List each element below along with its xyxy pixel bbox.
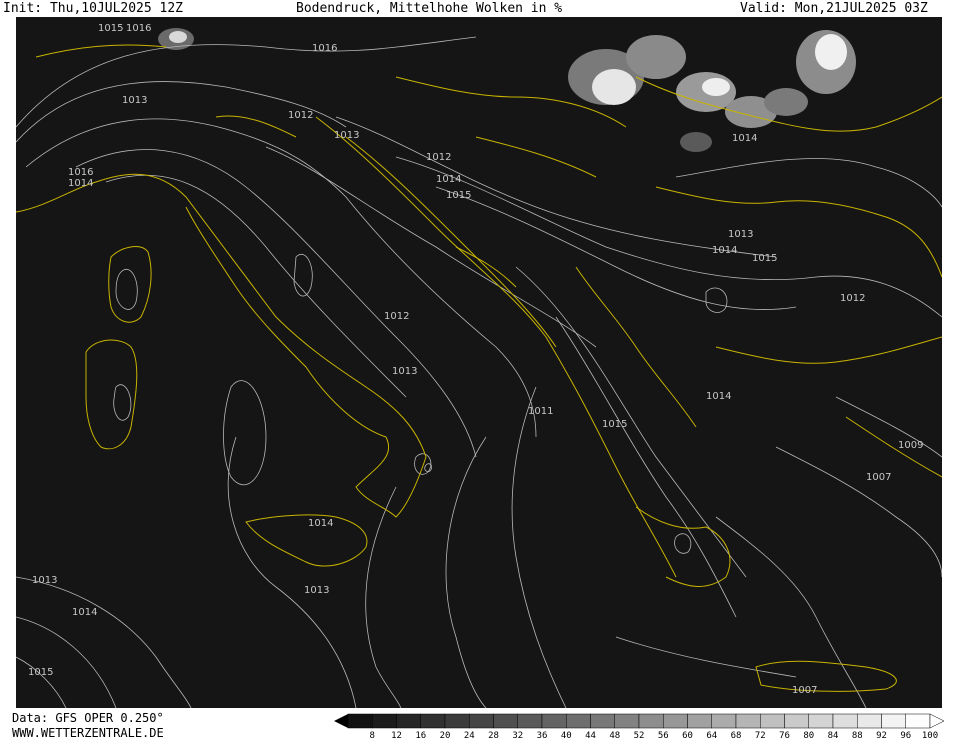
scale-cell [493,713,518,729]
scale-cell [372,713,397,729]
scale-cell [541,713,567,729]
scale-label: 24 [463,731,475,741]
scale-label: 72 [754,731,766,741]
scale-cell [760,713,785,729]
scale-label: 76 [779,731,790,741]
isobar-label: 1014 [706,391,731,402]
scale-cell [687,713,712,729]
map-canvas: 1015 1016 1016 1013 1012 1013 1016 1014 … [16,17,942,708]
isobar-label: 1014 [308,518,333,529]
website-credit: WWW.WETTERZENTRALE.DE [12,726,164,740]
isobar-label: 1012 [426,152,451,163]
isobar-label: 1012 [384,311,409,322]
scale-cell [590,713,615,729]
isobar-label: 1014 [436,174,461,185]
scale-label: 56 [657,731,669,741]
isobar-label: 1015 [446,190,471,201]
isobar-label: 1013 [334,130,359,141]
scale-cell [638,713,664,729]
isobar-label: 1011 [528,406,553,417]
isobar-label: 1013 [392,366,417,377]
isobar-label: 1016 [68,167,93,178]
isobar-label: 1014 [732,133,757,144]
isobar-label: 1014 [68,178,93,189]
scale-cell [784,713,809,729]
isobar-label: 1016 [312,43,337,54]
isobar-label: 1016 [126,23,151,34]
scale-cell [663,713,688,729]
scale-label: 8 [369,731,375,741]
scale-label: 12 [391,731,402,741]
scale-label: 40 [560,731,572,741]
isobar-label: 1013 [304,585,329,596]
scale-label: 92 [876,731,887,741]
scale-label: 68 [730,731,742,741]
map-title: Bodendruck, Mittelhohe Wolken in % [296,1,563,16]
scale-label: 60 [682,731,693,741]
scale-label: 96 [900,731,912,741]
scale-label: 36 [536,731,548,741]
scale-cell [566,713,591,729]
isobar-label: 1013 [122,95,147,106]
scale-cell [614,713,640,729]
scale-cell [711,713,737,729]
scale-label: 16 [415,731,427,741]
scale-label: 44 [585,731,596,741]
isobar-label: 1015 [98,23,123,34]
scale-label: 28 [488,731,499,741]
isobar-label: 1012 [288,110,313,121]
isobar-label: 1012 [840,293,865,304]
scale-cell [420,713,446,729]
scale-cell [905,713,931,729]
scale-cell [347,713,373,729]
init-time: Init: Thu,10JUL2025 12Z [3,1,184,16]
scale-label: 80 [803,731,815,741]
scale-cell [735,713,761,729]
scale-label: 48 [609,731,621,741]
weather-map: 1015 1016 1016 1013 1012 1013 1016 1014 … [16,17,942,708]
isobar-label: 1014 [72,607,97,618]
isobar-label: 1013 [32,575,57,586]
scale-label: 32 [512,731,524,741]
isobar-label: 1009 [898,440,923,451]
data-source: Data: GFS OPER 0.250° [12,711,164,725]
isobar-label: 1013 [728,229,753,240]
scale-cell [517,713,543,729]
scale-cell [808,713,834,729]
isobar-label: 1007 [866,472,891,483]
scale-label: 20 [439,731,451,741]
scale-cell [396,713,421,729]
scale-cell [832,713,858,729]
scale-label: 84 [827,731,839,741]
scale-label: 100 [921,731,939,741]
cloud-scale-bar [334,713,945,729]
isobar-label: 1007 [792,685,817,696]
isobar-label: 1015 [28,667,53,678]
scale-cell [444,713,470,729]
scale-cell [469,713,494,729]
scale-cell [881,713,906,729]
scale-cell [857,713,882,729]
scale-label: 52 [633,731,645,741]
cloud-scale-legend [334,713,945,733]
isobar-label: 1014 [712,245,737,256]
scale-label: 64 [706,731,718,741]
isobar-label: 1015 [752,253,777,264]
valid-time: Valid: Mon,21JUL2025 03Z [740,1,928,16]
scale-label: 88 [851,731,863,741]
isobar-label: 1015 [602,419,627,430]
